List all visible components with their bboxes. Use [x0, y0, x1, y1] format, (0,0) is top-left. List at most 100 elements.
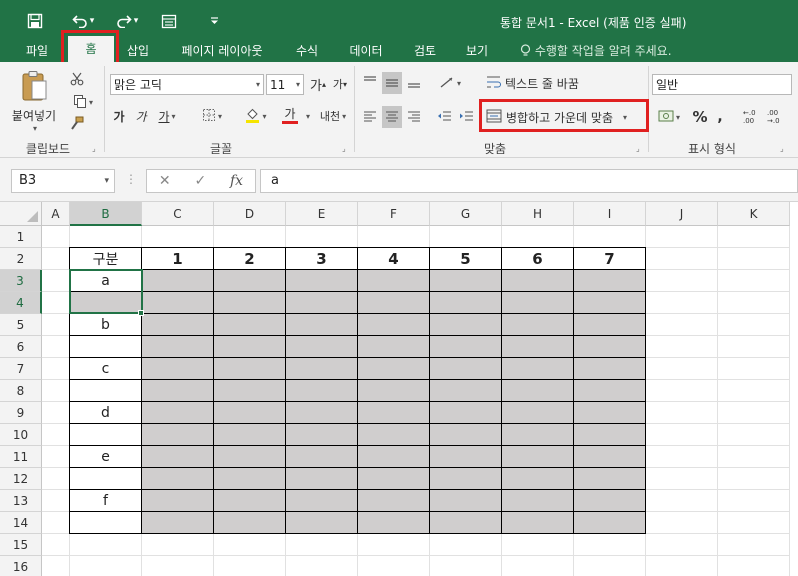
cell-g4[interactable]	[430, 292, 502, 314]
cell-g12[interactable]	[430, 468, 502, 490]
cell-f6[interactable]	[358, 336, 430, 358]
row-header-13[interactable]: 13	[0, 490, 42, 512]
chevron-down-icon[interactable]: ▾	[104, 170, 109, 192]
column-header-k[interactable]: K	[718, 202, 790, 226]
tab-data[interactable]: 데이터	[338, 40, 394, 62]
formula-bar-grip-icon[interactable]: ⋮	[125, 172, 137, 186]
cell-h14[interactable]	[502, 512, 574, 534]
cell-f7[interactable]	[358, 358, 430, 380]
cell-g2[interactable]: 5	[430, 248, 502, 270]
column-header-j[interactable]: J	[646, 202, 718, 226]
cell-c3[interactable]	[142, 270, 214, 292]
cell-j3[interactable]	[646, 270, 718, 292]
font-name-select[interactable]: 맑은 고딕 ▾	[110, 74, 264, 95]
cell-d6[interactable]	[214, 336, 286, 358]
cell-j11[interactable]	[646, 446, 718, 468]
save-icon[interactable]	[24, 8, 46, 34]
cell-e3[interactable]	[286, 270, 358, 292]
number-launcher-icon[interactable]: ⌟	[780, 144, 784, 153]
middle-align-button[interactable]	[382, 72, 402, 94]
cell-h15[interactable]	[502, 534, 574, 556]
cell-e14[interactable]	[286, 512, 358, 534]
cell-f9[interactable]	[358, 402, 430, 424]
merge-dropdown-icon[interactable]: ▾	[623, 113, 627, 122]
font-size-select[interactable]: 11 ▾	[266, 74, 304, 95]
accounting-dropdown-icon[interactable]: ▾	[676, 113, 680, 122]
cell-g16[interactable]	[430, 556, 502, 576]
row-header-4[interactable]: 4	[0, 292, 42, 314]
cell-a1[interactable]	[42, 226, 70, 248]
row-header-7[interactable]: 7	[0, 358, 42, 380]
tab-insert[interactable]: 삽입	[116, 40, 160, 62]
cell-c12[interactable]	[142, 468, 214, 490]
column-header-f[interactable]: F	[358, 202, 430, 226]
cell-g7[interactable]	[430, 358, 502, 380]
cell-c1[interactable]	[142, 226, 214, 248]
cell-g5[interactable]	[430, 314, 502, 336]
cell-e4[interactable]	[286, 292, 358, 314]
top-align-button[interactable]	[360, 72, 380, 94]
percent-style-button[interactable]: %	[690, 106, 710, 128]
cell-f13[interactable]	[358, 490, 430, 512]
cell-e2[interactable]: 3	[286, 248, 358, 270]
row-header-15[interactable]: 15	[0, 534, 42, 556]
cell-f15[interactable]	[358, 534, 430, 556]
cell-b8[interactable]	[70, 380, 142, 402]
cell-h1[interactable]	[502, 226, 574, 248]
cell-d9[interactable]	[214, 402, 286, 424]
number-format-select[interactable]: 일반	[652, 74, 792, 95]
cell-e1[interactable]	[286, 226, 358, 248]
cell-g6[interactable]	[430, 336, 502, 358]
cell-i2[interactable]: 7	[574, 248, 646, 270]
row-header-2[interactable]: 2	[0, 248, 42, 270]
format-painter-button[interactable]	[66, 114, 88, 134]
row-header-3[interactable]: 3	[0, 270, 42, 292]
cell-k10[interactable]	[718, 424, 790, 446]
column-header-b[interactable]: B	[70, 202, 142, 226]
cell-d2[interactable]: 2	[214, 248, 286, 270]
bold-button[interactable]: 가	[110, 106, 128, 126]
cell-h13[interactable]	[502, 490, 574, 512]
cell-h6[interactable]	[502, 336, 574, 358]
cell-e9[interactable]	[286, 402, 358, 424]
cell-i7[interactable]	[574, 358, 646, 380]
cell-f4[interactable]	[358, 292, 430, 314]
cell-k16[interactable]	[718, 556, 790, 576]
comma-style-icon[interactable]: ,	[712, 106, 728, 128]
underline-dropdown-icon[interactable]: ▾	[172, 112, 176, 121]
cell-k1[interactable]	[718, 226, 790, 248]
cell-h16[interactable]	[502, 556, 574, 576]
decrease-decimal-button[interactable]: .00 →.0	[764, 106, 786, 128]
cell-j5[interactable]	[646, 314, 718, 336]
paste-dropdown-icon[interactable]: ▾	[33, 124, 37, 133]
cell-a13[interactable]	[42, 490, 70, 512]
row-header-6[interactable]: 6	[0, 336, 42, 358]
cell-g10[interactable]	[430, 424, 502, 446]
cell-j1[interactable]	[646, 226, 718, 248]
cell-k2[interactable]	[718, 248, 790, 270]
font-color-dropdown-icon[interactable]: ▾	[302, 106, 312, 126]
cell-k5[interactable]	[718, 314, 790, 336]
tab-view[interactable]: 보기	[456, 40, 498, 62]
cell-h5[interactable]	[502, 314, 574, 336]
fill-color-button[interactable]: ▾	[240, 106, 272, 126]
copy-dropdown-icon[interactable]: ▾	[89, 98, 93, 107]
cell-j8[interactable]	[646, 380, 718, 402]
row-header-10[interactable]: 10	[0, 424, 42, 446]
clipboard-launcher-icon[interactable]: ⌟	[92, 144, 96, 153]
phonetic-button[interactable]: 내천 ▾	[316, 106, 350, 126]
row-header-16[interactable]: 16	[0, 556, 42, 576]
cell-g1[interactable]	[430, 226, 502, 248]
cell-j2[interactable]	[646, 248, 718, 270]
cell-e8[interactable]	[286, 380, 358, 402]
cell-b6[interactable]	[70, 336, 142, 358]
tab-file[interactable]: 파일	[12, 40, 62, 62]
row-header-11[interactable]: 11	[0, 446, 42, 468]
cell-h11[interactable]	[502, 446, 574, 468]
cell-c5[interactable]	[142, 314, 214, 336]
cell-f3[interactable]	[358, 270, 430, 292]
cell-f2[interactable]: 4	[358, 248, 430, 270]
cell-g14[interactable]	[430, 512, 502, 534]
align-right-button[interactable]	[404, 106, 424, 128]
cell-g11[interactable]	[430, 446, 502, 468]
